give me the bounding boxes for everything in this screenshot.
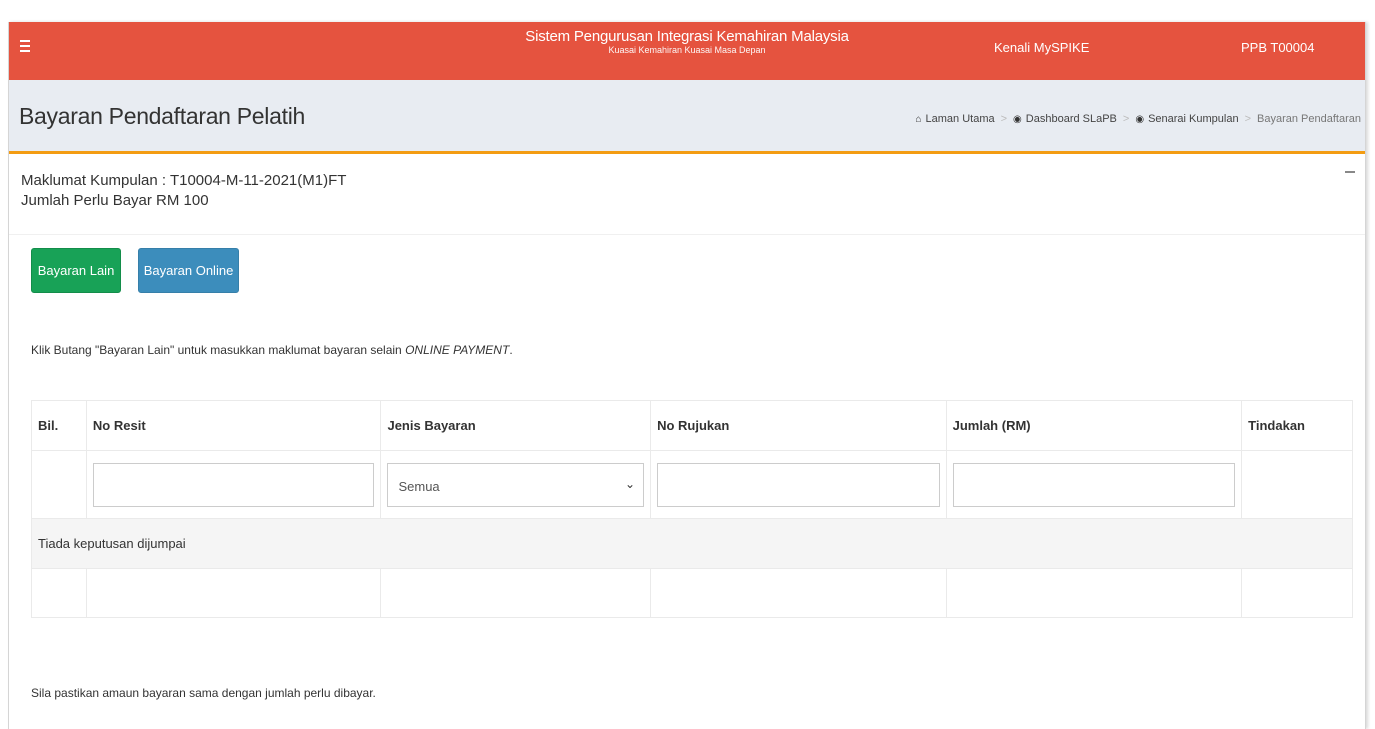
jumlah-filter-input[interactable] [952, 463, 1236, 507]
breadcrumb-home[interactable]: ⌂ Laman Utama [915, 113, 994, 125]
box-header: Maklumat Kumpulan : T10004-M-11-2021(M1)… [9, 157, 1365, 235]
blank-cell [651, 569, 947, 617]
amount-due: Jumlah Perlu Bayar RM 100 [21, 192, 209, 209]
filter-cell-jenis-bayaran: Semua ⌄ [381, 451, 652, 518]
info-text: Klik Butang "Bayaran Lain" untuk masukka… [31, 343, 513, 357]
info-text-main: Klik Butang "Bayaran Lain" untuk masukka… [31, 343, 406, 357]
user-menu[interactable]: PPB T00004 [1241, 40, 1314, 56]
top-navbar: Sistem Pengurusan Integrasi Kemahiran Ma… [9, 22, 1365, 80]
breadcrumb-home-label: Laman Utama [925, 113, 995, 125]
blank-cell [1242, 569, 1352, 617]
info-text-end: . [509, 343, 513, 357]
breadcrumb: ⌂ Laman Utama > ◉ Dashboard SLaPB > ◉ Se… [915, 113, 1361, 125]
breadcrumb-current: Bayaran Pendaftaran [1257, 113, 1361, 125]
blank-cell [32, 569, 87, 617]
column-header-tindakan: Tindakan [1248, 418, 1305, 433]
breadcrumb-dashboard-label: Dashboard SLaPB [1025, 113, 1117, 125]
column-header-no-rujukan[interactable]: No Rujukan [651, 401, 947, 450]
empty-row: Tiada keputusan dijumpai [32, 519, 1352, 569]
group-info: Maklumat Kumpulan : T10004-M-11-2021(M1)… [21, 172, 347, 189]
bayaran-online-button[interactable]: Bayaran Online [138, 248, 239, 293]
payments-table: Bil. No Resit Jenis Bayaran No Rujukan J… [31, 400, 1353, 618]
column-header-no-resit[interactable]: No Resit [87, 401, 382, 450]
jenis-bayaran-selected: Semua [398, 479, 440, 494]
breadcrumb-dashboard[interactable]: ◉ Dashboard SLaPB [1013, 113, 1117, 125]
blank-cell [947, 569, 1243, 617]
info-text-emphasis: ONLINE PAYMENT [405, 343, 510, 357]
blank-cell [381, 569, 652, 617]
breadcrumb-senarai-kumpulan[interactable]: ◉ Senarai Kumpulan [1135, 113, 1238, 125]
chevron-down-icon: ⌄ [625, 477, 636, 491]
collapse-icon[interactable] [1345, 171, 1355, 173]
brand-title: Sistem Pengurusan Integrasi Kemahiran Ma… [525, 28, 849, 45]
breadcrumb-separator: > [1000, 113, 1008, 125]
column-header-jenis-bayaran[interactable]: Jenis Bayaran [381, 401, 652, 450]
jenis-bayaran-select[interactable]: Semua ⌄ [387, 463, 645, 507]
filter-cell-jumlah [947, 451, 1243, 518]
filter-cell-no-rujukan [651, 451, 947, 518]
brand-subtitle: Kuasai Kemahiran Kuasai Masa Depan [608, 45, 766, 55]
blank-row [32, 569, 1352, 617]
column-header-bil[interactable]: Bil. [32, 401, 87, 450]
bayaran-lain-button[interactable]: Bayaran Lain [31, 248, 121, 293]
brand: Sistem Pengurusan Integrasi Kemahiran Ma… [9, 28, 1365, 56]
breadcrumb-senarai-label: Senarai Kumpulan [1148, 113, 1239, 125]
breadcrumb-separator: > [1244, 113, 1252, 125]
blank-cell [87, 569, 382, 617]
group-icon: ◉ [1135, 113, 1145, 125]
app-window: Sistem Pengurusan Integrasi Kemahiran Ma… [8, 22, 1366, 729]
no-rujukan-filter-input[interactable] [657, 463, 940, 507]
filter-cell-tindakan [1242, 451, 1352, 518]
dashboard-icon: ◉ [1013, 113, 1022, 125]
home-icon: ⌂ [915, 113, 922, 125]
page-title: Bayaran Pendaftaran Pelatih [19, 103, 305, 129]
no-resit-filter-input[interactable] [92, 463, 375, 507]
kenali-myspike-link[interactable]: Kenali MySPIKE [994, 40, 1089, 56]
table-filter-row: Semua ⌄ [32, 451, 1352, 519]
breadcrumb-separator: > [1122, 113, 1130, 125]
filter-cell-bil [32, 451, 87, 518]
table-header-row: Bil. No Resit Jenis Bayaran No Rujukan J… [32, 401, 1352, 451]
column-header-jumlah[interactable]: Jumlah (RM) [947, 401, 1243, 450]
filter-cell-no-resit [87, 451, 382, 518]
content-header: Bayaran Pendaftaran Pelatih ⌂ Laman Utam… [9, 80, 1365, 154]
payment-note: Sila pastikan amaun bayaran sama dengan … [31, 686, 376, 700]
